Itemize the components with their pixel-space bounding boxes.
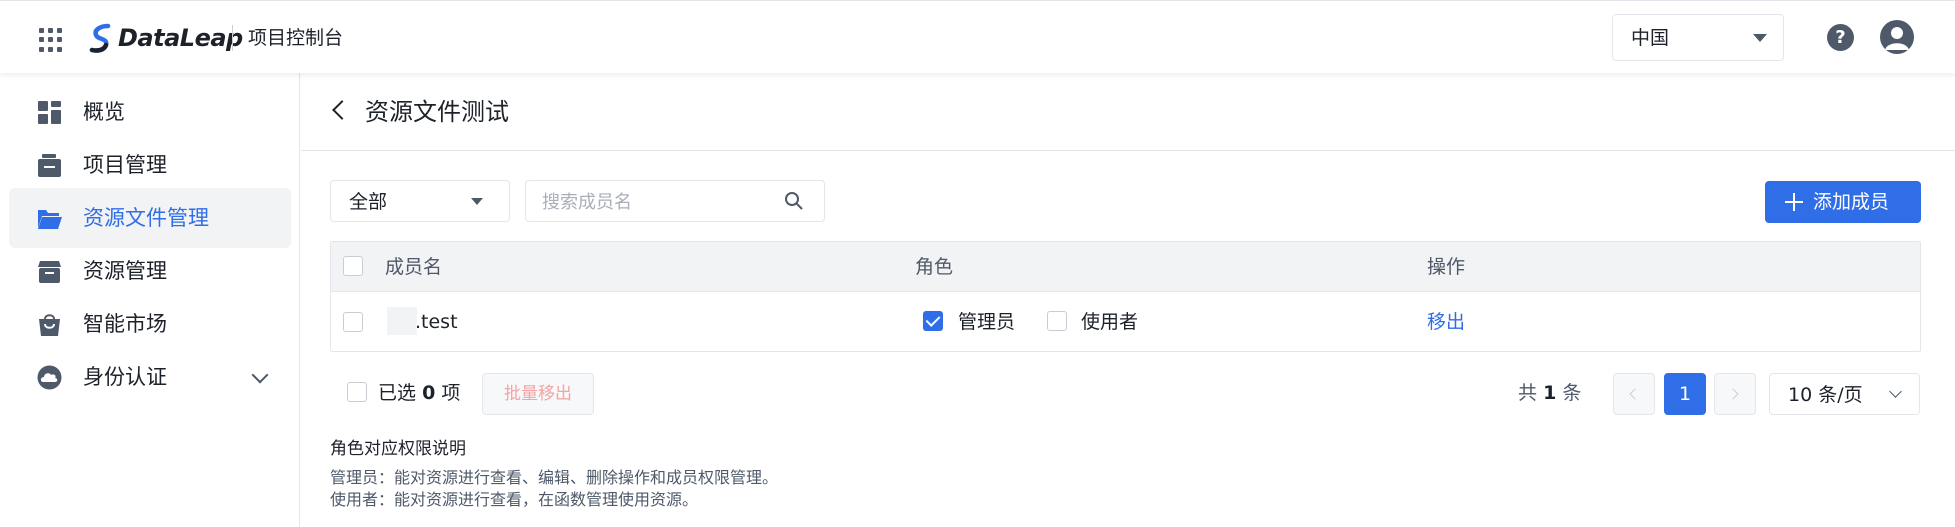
page-title: 资源文件测试	[365, 98, 509, 126]
sidebar-item-market[interactable]: 智能市场	[9, 294, 291, 354]
box-icon	[38, 261, 61, 283]
sidebar-item-label: 智能市场	[83, 312, 167, 336]
app-grid-icon[interactable]	[39, 28, 63, 52]
folder-open-icon	[38, 210, 62, 229]
sidebar-item-label: 概览	[83, 100, 125, 124]
permission-user-desc: 使用者：能对资源进行查看，在函数管理使用资源。	[330, 490, 699, 509]
member-search-box	[525, 180, 825, 222]
table-row: .test 管理员 使用者 移出	[331, 292, 1920, 352]
role-user-label: 使用者	[1081, 311, 1139, 333]
page-size-select[interactable]: 10 条/页	[1769, 373, 1920, 415]
header-divider	[232, 25, 233, 51]
chevron-down-icon	[251, 366, 269, 384]
sidebar: 概览 项目管理 资源文件管理 资源管理 智能市场 身份认证	[0, 73, 300, 527]
remove-member-link[interactable]: 移出	[1427, 310, 1465, 334]
console-title: 项目控制台	[248, 27, 344, 49]
member-name: .test	[415, 311, 458, 333]
sidebar-item-overview[interactable]: 概览	[9, 82, 291, 142]
role-user-checkbox[interactable]	[1047, 311, 1067, 331]
add-member-button[interactable]: 添加成员	[1765, 181, 1921, 223]
selected-count-text: 已选 0 项	[378, 382, 461, 404]
role-admin-checkbox[interactable]	[923, 311, 943, 331]
top-header: DataLeap 项目控制台 中国 ?	[0, 0, 1955, 73]
sidebar-item-label: 资源文件管理	[83, 206, 209, 230]
caret-down-icon	[1753, 34, 1767, 42]
column-header-role: 角色	[915, 256, 954, 278]
role-admin-label: 管理员	[958, 311, 1016, 333]
member-name-mask	[387, 307, 417, 335]
column-header-member: 成员名	[385, 256, 443, 278]
page-number-current[interactable]: 1	[1664, 373, 1706, 415]
region-select[interactable]: 中国	[1612, 14, 1784, 61]
table-header: 成员名 角色 操作	[331, 242, 1920, 292]
permission-admin-desc: 管理员：能对资源进行查看、编辑、删除操作和成员权限管理。	[330, 468, 779, 487]
members-table: 成员名 角色 操作 .test 管理员 使用者 移出	[330, 241, 1921, 352]
member-search-input[interactable]	[542, 189, 782, 215]
next-page-button[interactable]	[1714, 373, 1756, 415]
back-arrow-icon[interactable]	[332, 100, 352, 120]
chevron-down-icon	[1889, 385, 1902, 398]
permission-title: 角色对应权限说明	[330, 439, 466, 459]
folder-stack-icon	[38, 154, 61, 177]
column-header-action: 操作	[1427, 256, 1466, 278]
sidebar-item-identity[interactable]: 身份认证	[9, 347, 291, 407]
logo-text: DataLeap	[118, 24, 243, 52]
chevron-left-icon	[1629, 388, 1641, 400]
sidebar-item-label: 资源管理	[83, 259, 167, 283]
sidebar-item-resources[interactable]: 资源管理	[9, 241, 291, 301]
chevron-right-icon	[1727, 388, 1739, 400]
sidebar-item-projects[interactable]: 项目管理	[9, 135, 291, 195]
plus-icon	[1785, 193, 1803, 211]
page-size-value: 10 条/页	[1788, 384, 1863, 406]
dashboard-icon	[38, 101, 61, 124]
row-checkbox[interactable]	[343, 312, 363, 332]
footer-select-all-checkbox[interactable]	[347, 382, 367, 402]
help-icon[interactable]: ?	[1827, 24, 1854, 51]
page-header: 资源文件测试	[301, 73, 1955, 151]
prev-page-button[interactable]	[1613, 373, 1655, 415]
cloud-icon	[37, 365, 62, 390]
selected-count: 0	[422, 382, 436, 404]
total-count: 1	[1543, 382, 1557, 404]
role-filter-select[interactable]: 全部	[330, 180, 510, 222]
shopping-bag-icon	[39, 314, 60, 336]
add-member-label: 添加成员	[1813, 191, 1890, 213]
sidebar-item-label: 项目管理	[83, 153, 167, 177]
role-filter-value: 全部	[349, 191, 388, 213]
batch-remove-button[interactable]: 批量移出	[482, 373, 594, 415]
logo[interactable]: DataLeap	[86, 21, 243, 55]
sidebar-item-resource-files[interactable]: 资源文件管理	[9, 188, 291, 248]
sidebar-item-label: 身份认证	[83, 365, 167, 389]
dataleap-logo-icon	[89, 23, 111, 53]
select-all-checkbox[interactable]	[343, 256, 363, 276]
user-avatar-icon[interactable]	[1880, 20, 1914, 54]
region-value: 中国	[1631, 27, 1670, 49]
caret-down-icon	[471, 198, 483, 205]
search-icon[interactable]	[784, 191, 804, 211]
total-count-text: 共 1 条	[1518, 382, 1582, 404]
